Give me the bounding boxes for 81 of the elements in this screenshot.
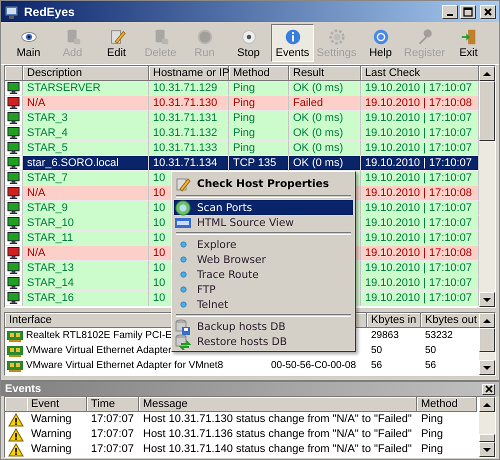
table-cell: Ping (233, 96, 256, 110)
table-cell: Host 10.31.71.136 status change from "N/A" to "Failed" (143, 427, 412, 442)
table-cell: OK (0 ms) (293, 140, 344, 156)
table-cell: star_6.SORO.local (27, 156, 119, 170)
table-cell: 10 (153, 290, 166, 306)
table-cell: N/A (27, 96, 46, 110)
table-cell: 19.10.2010 | 17:10:07 (365, 290, 472, 306)
table-cell: OK (0 ms) (293, 156, 344, 170)
table-cell: Host 10.31.71.140 status change from "N/A" to "Failed" (143, 442, 412, 457)
table-cell: Ping (421, 442, 444, 457)
table-cell: STAR_16 (27, 290, 74, 306)
table-cell: 19.10.2010 | 17:10:07 (365, 230, 472, 246)
table-cell: 19.10.2010 | 17:10:07 (365, 110, 472, 126)
table-cell-text: 53232 (425, 329, 453, 343)
table-cell: 10 (153, 200, 166, 216)
table-cell-text: 50 (371, 344, 382, 358)
table-cell: Failed (293, 96, 323, 110)
panel-title: Events (5, 383, 42, 395)
table-cell: Warning (31, 412, 72, 427)
table-cell: Host 10.31.71.130 status change from "N/A" to "Failed" (143, 412, 412, 427)
table-cell: STAR_4 (27, 126, 68, 140)
table-cell: 17:07:07 (91, 442, 134, 457)
table-cell: STAR_9 (27, 200, 68, 216)
table-cell: 19.10.2010 | 17:10:08 (365, 96, 472, 110)
table-cell: 19.10.2010 | 17:10:07 (365, 140, 472, 156)
table-cell: 10 (153, 186, 166, 200)
window-title: RedEyes (24, 4, 76, 18)
table-cell: STAR_11 (27, 230, 74, 246)
table-cell: 19.10.2010 | 17:10:07 (365, 216, 472, 230)
table-cell: 19.10.2010 | 17:10:07 (365, 200, 472, 216)
table-cell: TCP 135 (233, 156, 276, 170)
table-cell: N/A (27, 246, 46, 260)
table-cell: 10.31.71.132 (153, 126, 218, 140)
table-cell: 19.10.2010 | 17:10:07 (365, 156, 472, 170)
table-cell: Ping (233, 80, 256, 96)
table-cell: N/A (27, 186, 46, 200)
table-cell: OK (0 ms) (293, 110, 344, 126)
table-cell: STAR_5 (27, 140, 68, 156)
table-cell: STAR_7 (27, 170, 68, 186)
table-cell: 10.31.71.133 (153, 140, 218, 156)
table-cell: 19.10.2010 | 17:10:08 (365, 186, 472, 200)
table-cell: Ping (421, 412, 444, 427)
table-cell: 10 (153, 170, 166, 186)
table-cell: Ping (421, 427, 444, 442)
table-cell: 10 (153, 216, 166, 230)
table-cell: OK (0 ms) (293, 80, 344, 96)
table-cell: Ping (233, 140, 256, 156)
table-cell: 10.31.71.131 (153, 110, 218, 126)
table-cell: STAR_13 (27, 260, 74, 276)
table-cell: 19.10.2010 | 17:10:07 (365, 170, 472, 186)
table-cell: STARSERVER (27, 80, 101, 96)
table-cell: 10 (153, 230, 166, 246)
table-cell: Ping (233, 126, 256, 140)
table-cell: 10.31.71.129 (153, 80, 218, 96)
table-cell-text: 56 (425, 359, 436, 373)
table-cell: 10 (153, 246, 166, 260)
table-cell: 19.10.2010 | 17:10:07 (365, 126, 472, 140)
table-cell: 17:07:07 (91, 427, 134, 442)
table-cell-text: VMware Virtual Ethernet Adapter for VMnet8 (26, 359, 224, 373)
table-cell-text: 00-50-56-C0-00-08 (271, 359, 356, 373)
table-cell: Ping (233, 110, 256, 126)
table-cell: STAR_10 (27, 216, 74, 230)
table-cell-text: 56 (371, 359, 382, 373)
table-cell: 10.31.71.134 (153, 156, 218, 170)
table-cell: STAR_3 (27, 110, 68, 126)
table-cell-text: 29863 (371, 329, 399, 343)
table-cell: 10 (153, 276, 166, 290)
table-cell: Warning (31, 427, 72, 442)
table-cell: OK (0 ms) (293, 126, 344, 140)
table-cell: 19.10.2010 | 17:10:07 (365, 260, 472, 276)
table-cell: STAR_14 (27, 276, 74, 290)
table-cell: 19.10.2010 | 17:10:08 (365, 246, 472, 260)
table-cell: 17:07:07 (91, 412, 134, 427)
table-cell-text: Realtek RTL8102E Family PCI-E (26, 329, 172, 343)
table-cell: Warning (31, 442, 72, 457)
table-cell: 19.10.2010 | 17:10:07 (365, 276, 472, 290)
table-cell-text: 50 (425, 344, 436, 358)
table-cell-text: VMware Virtual Ethernet Adapter (26, 344, 172, 358)
table-cell: 19.10.2010 | 17:10:07 (365, 80, 472, 96)
table-cell: 10.31.71.130 (153, 96, 218, 110)
table-cell: 10 (153, 260, 166, 276)
